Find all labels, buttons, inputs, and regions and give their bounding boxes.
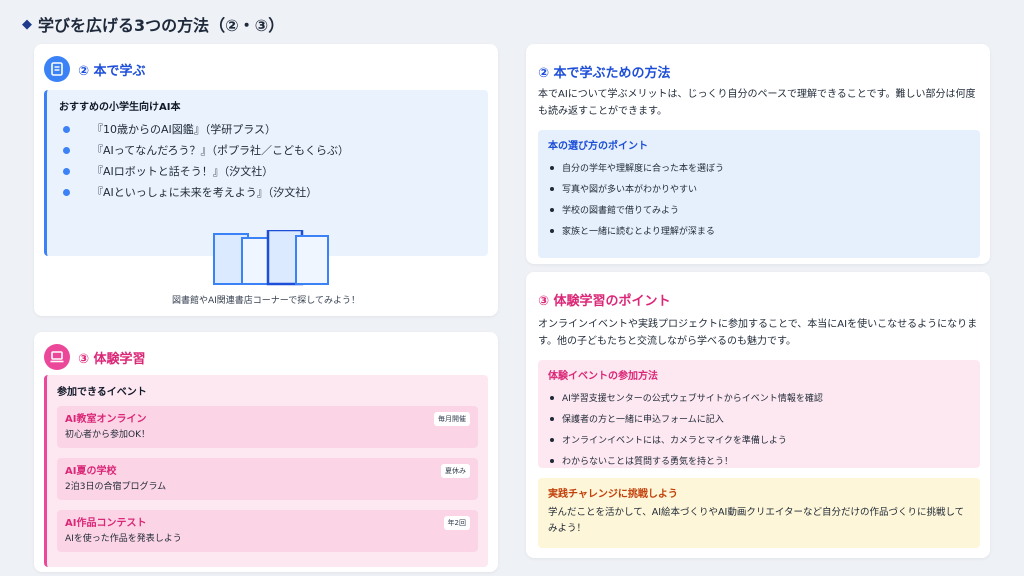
event-tag: 毎月開催 bbox=[434, 412, 470, 426]
event-tag: 夏休み bbox=[441, 464, 470, 478]
diamond-icon: ◆ bbox=[22, 16, 32, 32]
challenge-box: 実践チャレンジに挑戦しよう 学んだことを活かして、AI絵本づくりやAI動画クリエ… bbox=[538, 478, 980, 548]
event-name: AI夏の学校 bbox=[65, 466, 117, 477]
experience-card-title: ③ 体験学習 bbox=[78, 351, 146, 367]
event-item: AI夏の学校 2泊3日の合宿プログラム 夏休み bbox=[57, 458, 478, 500]
page-title: ◆ 学びを広げる3つの方法（②・③） bbox=[22, 12, 284, 36]
book-item: 『AIといっしょに未来を考えよう』（汐文社） bbox=[59, 182, 476, 202]
book-point-item: 家族と一緒に読むとより理解が深まる bbox=[548, 220, 970, 241]
experience-card-header: ③ 体験学習 bbox=[44, 344, 146, 370]
event-item: AI作品コンテスト AIを使った作品を発表しよう 年2回 bbox=[57, 510, 478, 552]
recommended-books-title: おすすめの小学生向けAI本 bbox=[59, 102, 181, 113]
book-item: 『10歳からのAI図鑑』（学研プラス） bbox=[59, 119, 476, 139]
book-list: 『10歳からのAI図鑑』（学研プラス） 『AIってなんだろう？』（ポプラ社／こど… bbox=[59, 119, 476, 202]
book-point-item: 写真や図が多い本がわかりやすい bbox=[548, 178, 970, 199]
books-card-title: ② 本で学ぶ bbox=[78, 63, 146, 79]
books-caption: 図書館やAI関連書店コーナーで探してみよう！ bbox=[171, 296, 360, 306]
event-desc: 初心者から参加OK！ bbox=[65, 430, 150, 440]
books-card-header: ② 本で学ぶ bbox=[44, 56, 146, 82]
book-title: 『AIってなんだろう？』（ポプラ社／こどもくらぶ） bbox=[92, 144, 350, 157]
book-points-box: 本の選び方のポイント 自分の学年や理解度に合った本を選ぼう 写真や図が多い本がわ… bbox=[538, 130, 980, 258]
event-item: AI教室オンライン 初心者から参加OK！ 毎月開催 bbox=[57, 406, 478, 448]
events-title: 参加できるイベント bbox=[57, 387, 147, 398]
book-point-item: 自分の学年や理解度に合った本を選ぼう bbox=[548, 157, 970, 178]
book-method-intro: 本でAIについて学ぶメリットは、じっくり自分のペースで理解できることです。難しい… bbox=[538, 89, 976, 117]
participation-list: AI学習支援センターの公式ウェブサイトからイベント情報を確認 保護者の方と一緒に… bbox=[548, 387, 970, 471]
experience-points-title: ③ 体験学習のポイント bbox=[538, 294, 671, 309]
challenge-title: 実践チャレンジに挑戦しよう bbox=[548, 489, 678, 500]
bullet-icon bbox=[63, 188, 70, 196]
bookshelf-illustration bbox=[213, 230, 329, 286]
book-method-title: ② 本で学ぶための方法 bbox=[538, 66, 671, 81]
book-title: 『AIといっしょに未来を考えよう』（汐文社） bbox=[92, 186, 318, 199]
event-desc: AIを使った作品を発表しよう bbox=[65, 534, 182, 544]
experience-card: ③ 体験学習 参加できるイベント AI教室オンライン 初心者から参加OK！ 毎月… bbox=[34, 332, 498, 572]
book-points-title: 本の選び方のポイント bbox=[548, 141, 648, 152]
bullet-icon bbox=[63, 125, 70, 133]
challenge-text: 学んだことを活かして、AI絵本づくりやAI動画クリエイターなど自分だけの作品づく… bbox=[548, 507, 965, 534]
participation-title: 体験イベントの参加方法 bbox=[548, 371, 658, 382]
participation-item: わからないことは質問する勇気を持とう！ bbox=[548, 450, 970, 471]
books-card: ② 本で学ぶ おすすめの小学生向けAI本 『10歳からのAI図鑑』（学研プラス）… bbox=[34, 44, 498, 316]
event-name: AI教室オンライン bbox=[65, 414, 147, 425]
participation-item: オンラインイベントには、カメラとマイクを準備しよう bbox=[548, 429, 970, 450]
bullet-icon bbox=[63, 146, 70, 154]
book-method-card: ② 本で学ぶための方法 本でAIについて学ぶメリットは、じっくり自分のペースで理… bbox=[526, 44, 990, 264]
book-title: 『AIロボットと話そう！』（汐文社） bbox=[92, 165, 274, 178]
book-item: 『AIロボットと話そう！』（汐文社） bbox=[59, 161, 476, 181]
participation-box: 体験イベントの参加方法 AI学習支援センターの公式ウェブサイトからイベント情報を… bbox=[538, 360, 980, 468]
laptop-icon bbox=[44, 344, 70, 370]
event-tag: 年2回 bbox=[443, 516, 470, 530]
events-box: 参加できるイベント AI教室オンライン 初心者から参加OK！ 毎月開催 AI夏の… bbox=[44, 375, 488, 567]
book-item: 『AIってなんだろう？』（ポプラ社／こどもくらぶ） bbox=[59, 140, 476, 160]
book-point-item: 学校の図書館で借りてみよう bbox=[548, 199, 970, 220]
bullet-icon bbox=[63, 167, 70, 175]
experience-points-intro: オンラインイベントや実践プロジェクトに参加することで、本当にAIを使いこなせるよ… bbox=[538, 319, 978, 347]
event-desc: 2泊3日の合宿プログラム bbox=[65, 482, 167, 492]
page-title-text: 学びを広げる3つの方法（②・③） bbox=[38, 16, 285, 35]
experience-points-card: ③ 体験学習のポイント オンラインイベントや実践プロジェクトに参加することで、本… bbox=[526, 272, 990, 558]
participation-item: 保護者の方と一緒に申込フォームに記入 bbox=[548, 408, 970, 429]
participation-item: AI学習支援センターの公式ウェブサイトからイベント情報を確認 bbox=[548, 387, 970, 408]
book-title: 『10歳からのAI図鑑』（学研プラス） bbox=[92, 123, 277, 136]
book-points-list: 自分の学年や理解度に合った本を選ぼう 写真や図が多い本がわかりやすい 学校の図書… bbox=[548, 157, 970, 241]
event-name: AI作品コンテスト bbox=[65, 518, 147, 529]
book-icon bbox=[44, 56, 70, 82]
